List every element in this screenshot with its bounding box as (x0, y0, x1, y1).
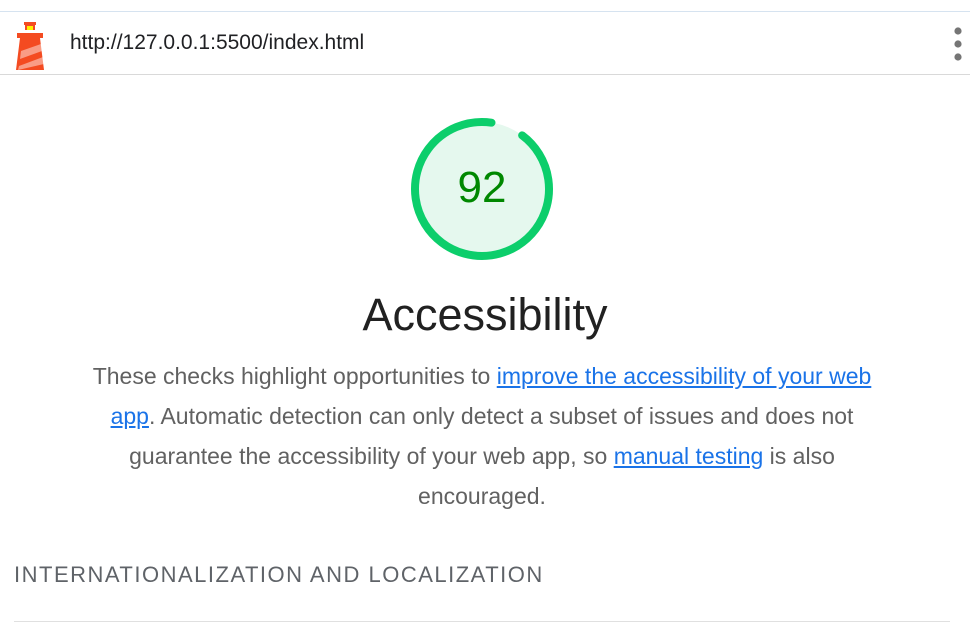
group-title[interactable]: INTERNATIONALIZATION AND LOCALIZATION (14, 562, 544, 588)
category-title: Accessibility (362, 289, 608, 340)
section-divider (14, 621, 950, 622)
more-vertical-icon[interactable] (948, 26, 968, 62)
lighthouse-icon (16, 22, 44, 70)
category-description: These checks highlight opportunities to … (80, 356, 884, 516)
report-topbar: http://127.0.0.1:5500/index.html (0, 12, 970, 75)
report-url: http://127.0.0.1:5500/index.html (70, 31, 365, 54)
score-value: 92 (457, 163, 507, 212)
manual-testing-link[interactable]: manual testing (614, 443, 764, 469)
description-text-1: These checks highlight opportunities to (92, 363, 497, 389)
